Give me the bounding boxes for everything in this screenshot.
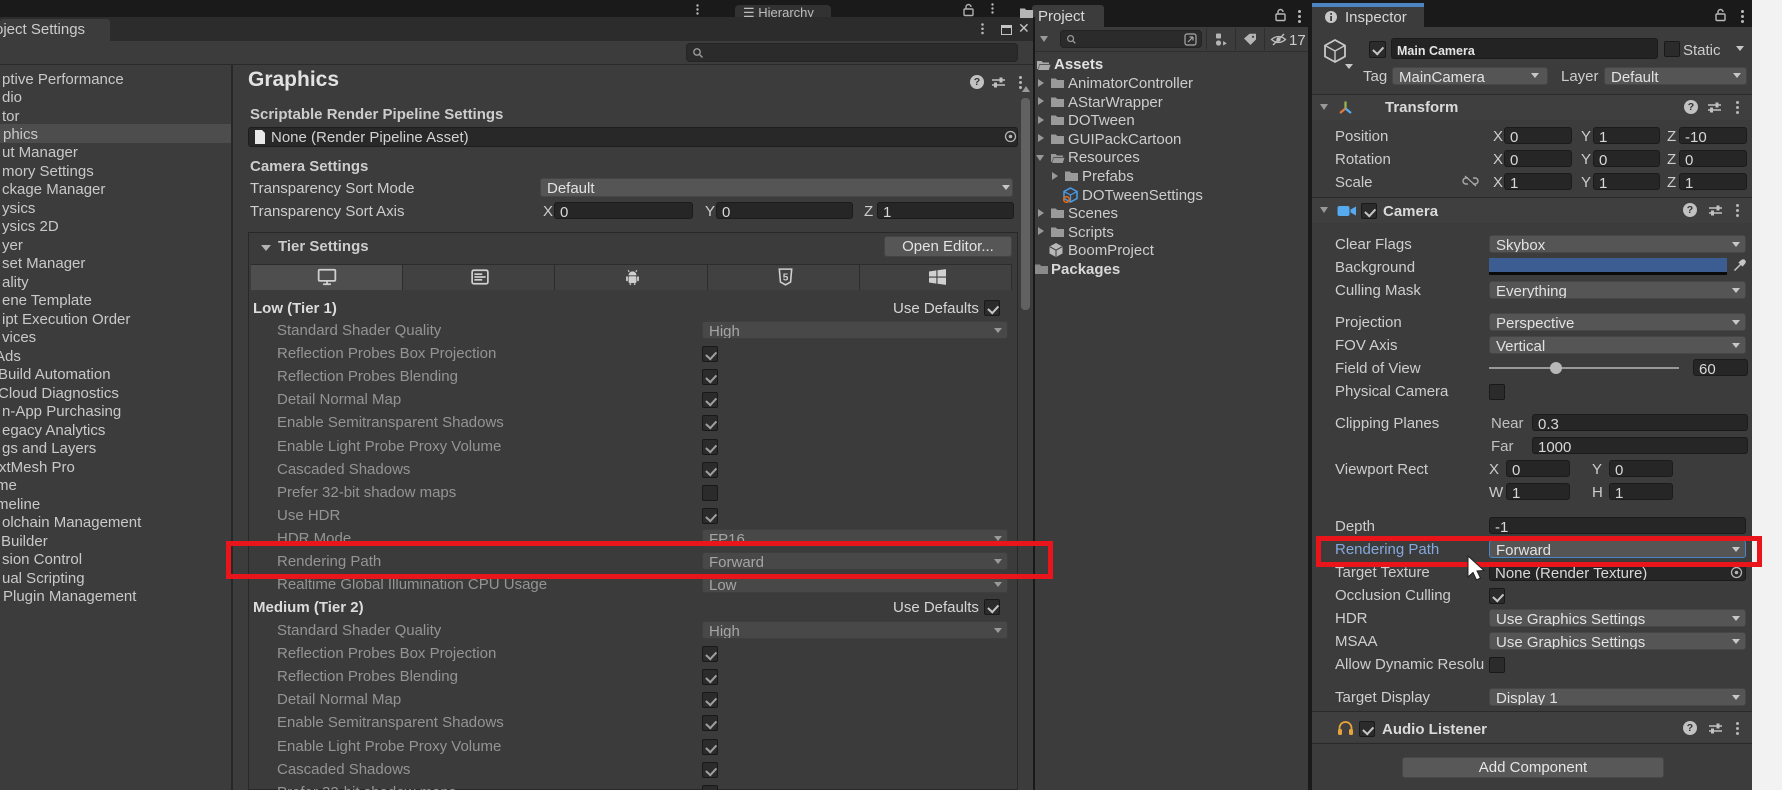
svg-text:5: 5: [783, 272, 789, 283]
